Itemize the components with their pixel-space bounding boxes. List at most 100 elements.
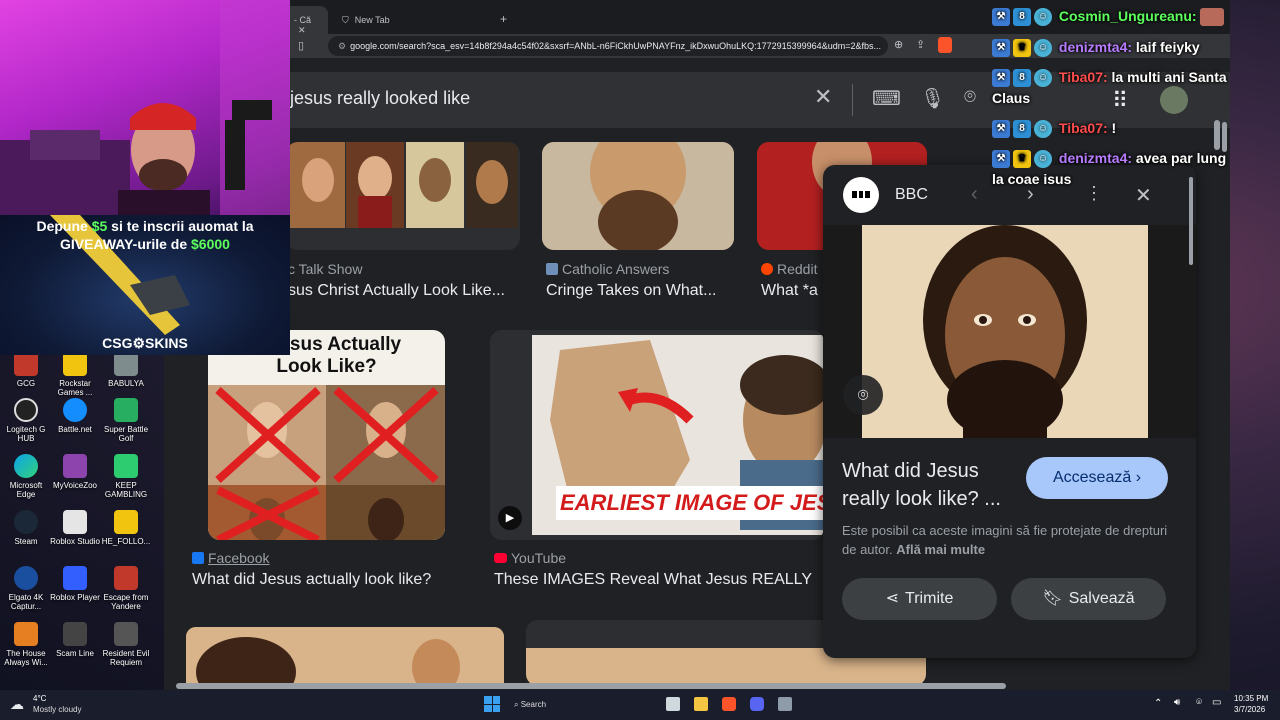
result-thumb-facebook[interactable]: d Jesus Actually Look Like?	[208, 330, 445, 540]
search-input[interactable]: jesus really looked like	[290, 88, 470, 109]
result-thumb-row3-1[interactable]	[186, 627, 504, 687]
streamer-webcam	[0, 0, 290, 215]
result-title[interactable]: Cringe Takes on What...	[546, 282, 746, 300]
chevron-up-icon[interactable]: ⌃	[1154, 698, 1162, 709]
panel-scrollbar[interactable]	[1189, 177, 1193, 265]
taskbar: ☁ 4°C Mostly cloudy ⌕ Search ⌃ 🔊︎ ⌾ ▭ 10…	[0, 690, 1280, 720]
divider	[852, 84, 853, 116]
money-icon	[114, 454, 138, 478]
result-thumb-talkshow[interactable]	[286, 142, 520, 250]
hammer-badge-icon: ⚒	[992, 39, 1010, 58]
apps-grid-icon[interactable]: ⠿	[1112, 88, 1128, 114]
calculator-icon[interactable]	[778, 697, 792, 711]
desktop-icon-myvoicezoo[interactable]: MyVoiceZoo	[49, 454, 101, 490]
prev-icon[interactable]: ‹	[971, 183, 978, 206]
battery-icon[interactable]: ▭	[1212, 697, 1221, 708]
zoom-icon[interactable]: ⊕	[894, 38, 903, 51]
result-thumb-youtube[interactable]: EARLIEST IMAGE OF JES ▶	[490, 330, 824, 540]
desktop-icon-steam[interactable]: Steam	[0, 510, 52, 546]
play-icon: ▶	[498, 506, 522, 530]
network-icon[interactable]: ⌾	[1196, 697, 1202, 708]
desktop-icon-edge[interactable]: Microsoft Edge	[0, 454, 52, 499]
share-icon[interactable]: ⇪	[916, 38, 925, 51]
promo-line-1: Depune $5 si te inscrii auomat la	[36, 218, 254, 234]
discord-icon[interactable]	[750, 697, 764, 711]
lens-search-icon[interactable]: ⌾	[843, 375, 883, 415]
close-panel-icon[interactable]: ✕	[1135, 183, 1152, 208]
image-preview-panel: BBC ‹ › ⋮ ✕ ⌾ What did Jesus really look…	[823, 165, 1196, 658]
clock-time[interactable]: 10:35 PM	[1234, 694, 1268, 703]
panel-title[interactable]: What did Jesus really look like? ...	[842, 457, 1012, 513]
desktop-icon-he-follo[interactable]: HE_FOLLO...	[100, 510, 152, 546]
url-field[interactable]: ⚙ google.com/search?sca_esv=14b8f294a4c54…	[328, 36, 888, 56]
painting-image	[186, 627, 504, 687]
youtube-icon	[494, 553, 507, 563]
page-scrollbar[interactable]	[1214, 120, 1220, 150]
result-source-catholic: Catholic Answers	[546, 261, 669, 277]
tab-new-tab[interactable]: ⛉ New Tab	[332, 6, 492, 34]
avatar[interactable]	[1160, 86, 1188, 114]
file-explorer-icon[interactable]	[694, 697, 708, 711]
desktop-icon-scam-line[interactable]: Scam Line	[49, 622, 101, 658]
horizontal-scrollbar[interactable]	[176, 683, 1006, 689]
tab-current[interactable]: - Că ✕	[284, 6, 328, 35]
chat-message: ⚒ 8 ☺ Tiba07: la multi ani Santa	[992, 69, 1227, 88]
save-button[interactable]: 🔖︎ Salvează	[1011, 578, 1166, 620]
desktop-icon-house-always-wins[interactable]: The House Always Wi...	[0, 622, 52, 667]
crown-badge-icon: ♛	[1013, 39, 1031, 58]
result-title[interactable]: What *a	[761, 282, 823, 300]
desktop-icon-elgato[interactable]: Elgato 4K Captur...	[0, 566, 52, 611]
face-badge-icon: ☺	[1034, 39, 1052, 58]
taskbar-search[interactable]: ⌕ Search	[514, 696, 590, 714]
new-tab-button[interactable]: +	[494, 6, 518, 34]
reddit-icon	[761, 263, 773, 275]
webcam-overlay	[0, 0, 290, 215]
desktop-icon-escape-yandere[interactable]: Escape from Yandere	[100, 566, 152, 611]
clear-icon[interactable]: ✕	[814, 84, 832, 110]
volume-icon[interactable]: 🔊︎	[1174, 697, 1180, 708]
keyboard-icon[interactable]: ⌨	[872, 86, 901, 111]
chat-message: ⚒ ♛ ☺ denizmta4: avea par lung	[992, 150, 1226, 169]
chat-message-cont: la coae isus	[992, 171, 1072, 187]
desktop-icon-gcg[interactable]: GCG	[0, 352, 52, 388]
task-view-icon[interactable]	[666, 697, 680, 711]
share-button[interactable]: ⋖ Trimite	[842, 578, 997, 620]
browser-scrollbar[interactable]	[1222, 122, 1227, 152]
desktop-icon-rockstar[interactable]: Rockstar Games ...	[49, 352, 101, 397]
panel-source[interactable]: BBC	[895, 186, 928, 204]
crown-badge-icon: ♛	[1013, 150, 1031, 169]
camera-search-icon[interactable]: ⌾	[964, 86, 976, 109]
desktop-icon-keep-gambling[interactable]: KEEP GAMBLING	[100, 454, 152, 499]
result-source-facebook: Facebook	[192, 550, 269, 566]
brave-icon[interactable]	[722, 697, 736, 711]
search-icon: ⌕	[514, 700, 519, 709]
microphone-icon[interactable]: 🎙	[920, 86, 945, 111]
result-source-reddit: Reddit	[761, 261, 817, 277]
elgato-icon	[14, 566, 38, 590]
learn-more-link[interactable]: Află mai multe	[896, 542, 985, 557]
desktop-icon-super-battle-golf[interactable]: Super Battle Golf	[100, 398, 152, 443]
start-icon[interactable]	[484, 696, 500, 712]
myvoicezoo-icon	[63, 454, 87, 478]
desktop-icon-roblox-player[interactable]: Roblox Player	[49, 566, 101, 602]
desktop-icon-logitech[interactable]: Logitech G HUB	[0, 398, 52, 443]
bookmark-icon[interactable]: ▯	[298, 39, 304, 52]
brave-shield-icon[interactable]	[938, 37, 952, 53]
visit-button[interactable]: Accesează ›	[1026, 457, 1168, 499]
bbc-logo	[843, 177, 879, 213]
weather-temp: 4°C	[33, 694, 47, 703]
result-title[interactable]: sus Christ Actually Look Like...	[288, 282, 520, 300]
desktop-icon-babulya[interactable]: BABULYA	[100, 352, 152, 388]
weather-icon[interactable]: ☁	[10, 696, 24, 713]
hammer-badge-icon: ⚒	[992, 120, 1010, 139]
desktop-icon-battlenet[interactable]: Battle.net	[49, 398, 101, 434]
battlenet-icon	[63, 398, 87, 422]
result-title[interactable]: What did Jesus actually look like?	[192, 571, 482, 589]
more-options-icon[interactable]: ⋮	[1085, 183, 1103, 204]
result-thumb-catholic[interactable]	[542, 142, 734, 250]
desktop-icon-roblox-studio[interactable]: Roblox Studio	[49, 510, 101, 546]
result-title[interactable]: These IMAGES Reveal What Jesus REALLY	[494, 571, 824, 589]
desktop-icon-resident-evil[interactable]: Resident Evil Requiem	[100, 622, 152, 667]
clock-date[interactable]: 3/7/2026	[1234, 705, 1265, 714]
chevron-right-icon: ›	[1135, 469, 1142, 486]
